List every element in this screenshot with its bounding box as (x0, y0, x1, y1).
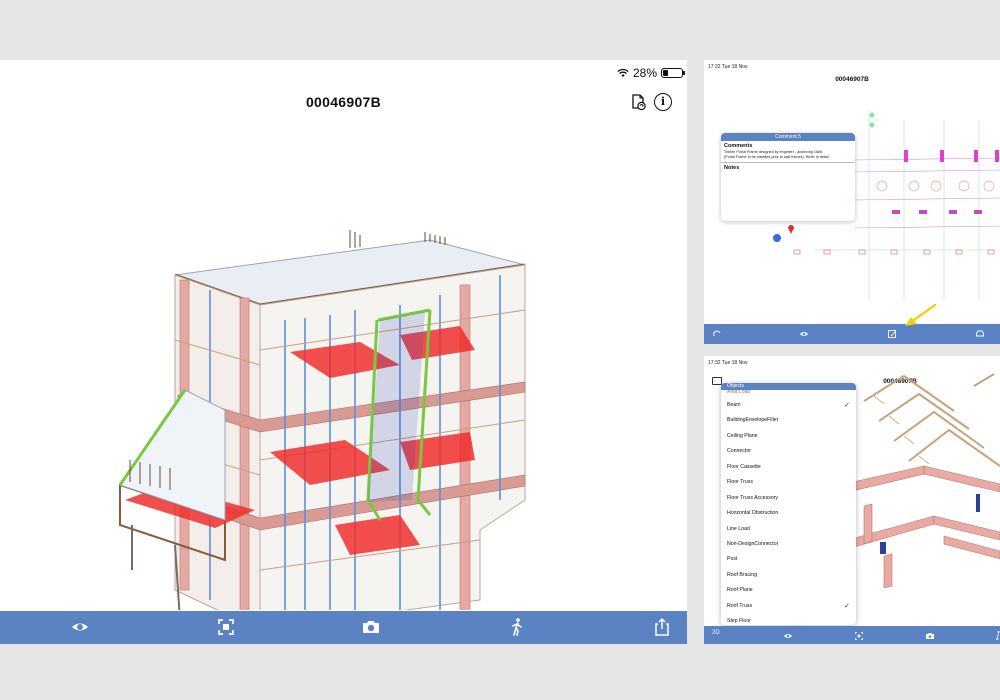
object-item-label: Beam (727, 402, 741, 408)
object-item[interactable]: Horizontal Obstruction (721, 506, 856, 521)
eye-icon[interactable] (783, 630, 793, 642)
comment-text-2: (Portal Frame to be installed prior to w… (724, 155, 829, 159)
plan-view-screenshot: 17:22 Tue 18 Nov 00046907B Comment 5 Com… (704, 60, 1000, 344)
object-item-partial[interactable]: Area Load (721, 390, 856, 398)
object-item[interactable]: Line Load (721, 522, 856, 537)
checkmark-icon: ✓ (844, 602, 850, 610)
object-item-label: Step Floor (727, 618, 751, 625)
thumb-toolbar (704, 324, 1000, 344)
walk-icon[interactable] (993, 630, 1000, 642)
wifi-icon (617, 68, 629, 77)
object-item[interactable]: Floor Cassette (721, 460, 856, 475)
objects-filter-panel: Objects Area Load Beam ✓ BuildingEnvelopeF… (721, 383, 856, 625)
main-tablet-screen: 28% 00046907B i (0, 60, 687, 644)
object-item[interactable]: Roof Truss ✓ (721, 599, 856, 614)
checkmark-icon: ✓ (844, 402, 850, 409)
status-bar: 28% (617, 66, 685, 80)
edit-note-icon[interactable] (887, 328, 897, 340)
eye-icon[interactable] (70, 617, 90, 637)
object-item-label: Post (727, 556, 738, 563)
camera-icon[interactable] (925, 630, 935, 642)
comment-panel: Comment 5 Comments Timber Portal Frame d… (721, 133, 855, 221)
battery-icon (661, 68, 685, 78)
object-item-label: Floor Truss (727, 479, 753, 486)
status-time: 17:32 Tue 18 Nov (708, 360, 748, 366)
car-view-icon[interactable] (975, 328, 985, 340)
object-item[interactable]: Floor Truss Accessory (721, 491, 856, 506)
object-item-label: Horizontal Obstruction (727, 510, 779, 517)
object-item-label: Roof Plane (727, 587, 753, 594)
eye-icon[interactable] (799, 328, 809, 340)
status-time: 17:22 Tue 18 Nov (708, 64, 748, 70)
building-3d-model[interactable] (100, 170, 550, 610)
document-sync-icon[interactable] (630, 93, 648, 111)
objects-list: Beam ✓ BuildingEnvelopeFiller Ceiling Plane… (721, 398, 856, 625)
object-item-label: Floor Cassette (727, 463, 761, 470)
camera-icon[interactable] (361, 617, 381, 637)
comments-label: Comments (724, 143, 753, 149)
battery-percent: 28% (632, 66, 657, 80)
thumb-toolbar: 2D (704, 626, 1000, 644)
info-button[interactable]: i (654, 93, 672, 111)
focus-frame-icon[interactable] (216, 617, 236, 637)
object-item-label: Connector (727, 448, 751, 455)
object-item-label: Line Load (727, 525, 750, 532)
object-item[interactable]: Beam ✓ (721, 398, 856, 413)
focus-frame-icon[interactable] (854, 630, 864, 642)
object-item[interactable]: Ceiling Plane (721, 429, 856, 444)
notes-label[interactable]: Notes (721, 163, 855, 172)
object-item[interactable]: BuildingEnvelopeFiller (721, 413, 856, 428)
object-item[interactable]: Roof Plane (721, 583, 856, 598)
comment-panel-header: Comment 5 (721, 133, 855, 141)
page-title: 00046907B (305, 94, 382, 110)
object-item[interactable]: Non-DesignConnector (721, 537, 856, 552)
bottom-toolbar (0, 611, 687, 644)
object-item-label: Non-DesignConnector (727, 540, 779, 547)
object-item[interactable]: Roof Bracing (721, 568, 856, 583)
annotation-arrow-icon (905, 303, 937, 326)
toggle-2d-button[interactable]: 2D (712, 630, 720, 636)
folder-icon[interactable] (712, 377, 722, 385)
share-icon[interactable] (652, 617, 672, 637)
roof-trusses-3d[interactable] (844, 366, 1000, 606)
object-item-label: Floor Truss Accessory (727, 494, 779, 501)
object-item[interactable]: Connector (721, 444, 856, 459)
object-item-label: Ceiling Plane (727, 432, 758, 439)
object-item-label: Roof Truss (727, 602, 753, 609)
object-item-label: BuildingEnvelopeFiller (727, 417, 779, 424)
rotate-2d-icon[interactable] (712, 328, 722, 340)
object-item[interactable]: Step Floor (721, 614, 856, 625)
object-item[interactable]: Post (721, 552, 856, 567)
thumb-title: 00046907B (835, 76, 869, 83)
objects-filter-screenshot: 17:32 Tue 18 Nov 00046907B Objects Area … (704, 356, 1000, 644)
object-item-label: Roof Bracing (727, 571, 757, 578)
walk-icon[interactable] (507, 617, 527, 637)
object-item[interactable]: Floor Truss (721, 475, 856, 490)
